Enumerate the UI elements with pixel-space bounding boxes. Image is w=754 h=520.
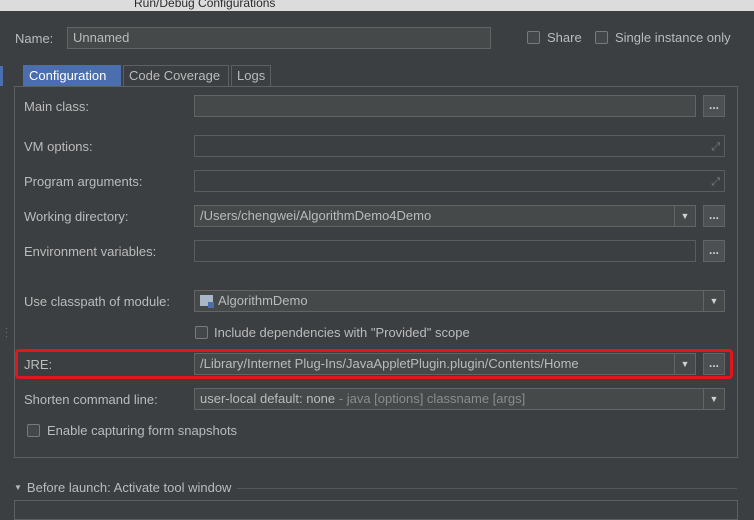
working-directory-value: /Users/chengwei/AlgorithmDemo4Demo [200,208,432,223]
single-instance-label: Single instance only [615,30,731,45]
jre-highlight-box [15,349,733,379]
tab-configuration[interactable]: Configuration [23,65,121,86]
environment-variables-browse-button[interactable]: ... [703,240,725,262]
classpath-module-value: AlgorithmDemo [218,293,308,308]
shorten-command-line-value: user-local default: none [200,391,336,406]
tab-logs[interactable]: Logs [231,65,271,86]
left-edge-marker [0,66,3,86]
expand-icon[interactable]: ⤢ [711,139,720,155]
shorten-command-line-label: Shorten command line: [24,392,158,407]
program-arguments-input[interactable]: ⤢ [194,170,725,192]
main-class-label: Main class: [24,99,90,114]
name-label: Name: [15,31,54,46]
before-launch-section[interactable]: ▼ Before launch: Activate tool window [14,480,231,495]
dropdown-arrow-icon[interactable]: ▼ [703,291,724,311]
working-directory-combo[interactable]: /Users/chengwei/AlgorithmDemo4Demo ▼ [194,205,696,227]
resize-grip-icon[interactable]: · · · [5,324,8,341]
environment-variables-label: Environment variables: [24,244,157,259]
before-launch-list [14,500,738,520]
main-class-browse-button[interactable]: ... [703,95,725,117]
working-directory-browse-button[interactable]: ... [703,205,725,227]
classpath-module-combo[interactable]: AlgorithmDemo ▼ [194,290,725,312]
shorten-command-line-combo[interactable]: user-local default: none - java [options… [194,388,725,410]
before-launch-label: Before launch: Activate tool window [26,480,232,495]
window-title-bar: Run/Debug Configurations [0,0,754,11]
include-provided-label: Include dependencies with "Provided" sco… [214,325,470,340]
expand-icon[interactable]: ⤢ [711,174,720,190]
single-instance-checkbox[interactable] [595,31,608,44]
collapse-triangle-icon[interactable]: ▼ [14,483,22,492]
window-title: Run/Debug Configurations [134,0,276,10]
before-launch-separator [237,488,737,489]
vm-options-label: VM options: [24,139,93,154]
share-checkbox[interactable] [527,31,540,44]
main-class-input[interactable] [194,95,696,117]
classpath-module-label: Use classpath of module: [24,294,170,309]
vm-options-input[interactable]: ⤢ [194,135,725,157]
shorten-command-line-hint: - java [options] classname [args] [335,391,526,406]
capture-snapshots-checkbox[interactable] [27,424,40,437]
dropdown-arrow-icon[interactable]: ▼ [703,389,724,409]
program-arguments-label: Program arguments: [24,174,143,189]
name-input[interactable]: Unnamed [67,27,491,49]
include-provided-checkbox[interactable] [195,326,208,339]
module-icon [200,295,214,308]
tab-code-coverage[interactable]: Code Coverage [123,65,229,86]
environment-variables-input[interactable] [194,240,696,262]
share-label: Share [547,30,582,45]
dropdown-arrow-icon[interactable]: ▼ [674,206,695,226]
capture-snapshots-label: Enable capturing form snapshots [47,423,238,438]
working-directory-label: Working directory: [24,209,129,224]
